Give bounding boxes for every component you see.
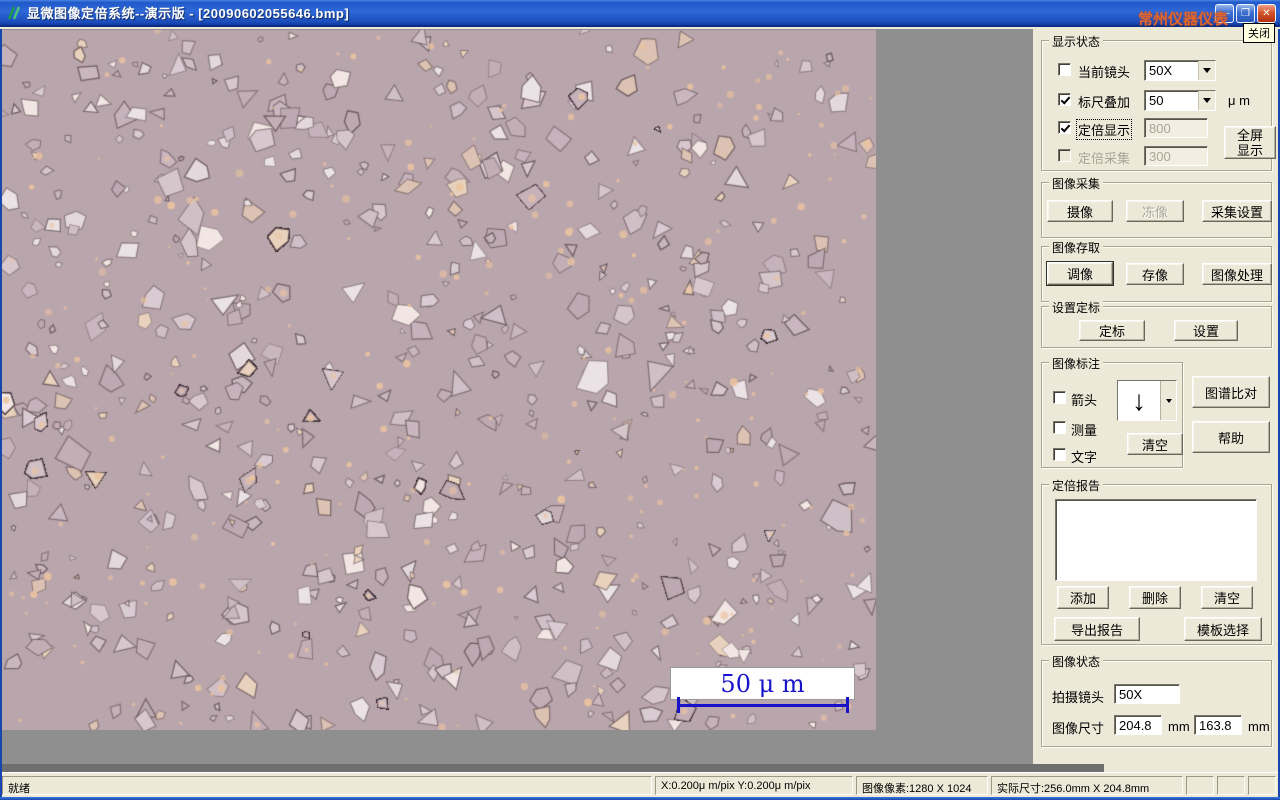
scale-bar-tick-left xyxy=(677,697,680,713)
text-checkbox-label: 文字 xyxy=(1071,450,1098,465)
group-annotation: 图像标注 箭头 测量 文字 ↓ 清空 xyxy=(1041,355,1183,468)
group-report-label: 定倍报告 xyxy=(1049,477,1104,494)
set-calibration-button[interactable]: 设置 xyxy=(1174,320,1238,341)
fullscreen-button[interactable]: 全屏 显示 xyxy=(1224,126,1276,159)
group-display-status-label: 显示状态 xyxy=(1049,33,1104,50)
export-report-button[interactable]: 导出报告 xyxy=(1054,617,1140,641)
group-report: 定倍报告 添加 删除 清空 导出报告 模板选择 xyxy=(1041,477,1272,645)
group-image-capture: 图像采集 摄像 冻像 采集设置 xyxy=(1041,175,1272,238)
shoot-button[interactable]: 摄像 xyxy=(1047,200,1113,222)
status-spare-3 xyxy=(1248,776,1276,795)
group-calibration: 设置定标 定标 设置 xyxy=(1041,299,1272,348)
group-image-capture-label: 图像采集 xyxy=(1049,175,1104,192)
ruler-value: 50 xyxy=(1149,93,1164,108)
restore-button[interactable]: ❐ xyxy=(1236,4,1255,23)
status-actual-size: 实际尺寸:256.0mm X 204.8mm xyxy=(991,776,1183,795)
image-size-label: 图像尺寸 xyxy=(1052,721,1105,736)
report-clear-button[interactable]: 清空 xyxy=(1201,586,1253,609)
arrow-style-combo[interactable]: ↓ xyxy=(1117,380,1177,421)
status-spare-1 xyxy=(1186,776,1214,795)
save-image-button[interactable]: 存像 xyxy=(1126,263,1184,285)
shoot-lens-label: 拍摄镜头 xyxy=(1052,690,1105,705)
group-calibration-label: 设置定标 xyxy=(1049,299,1104,316)
measure-checkbox-label: 测量 xyxy=(1071,423,1098,438)
status-bar: 就绪 X:0.200μ m/pix Y:0.200μ m/pix 图像像素:12… xyxy=(0,772,1280,797)
report-listbox[interactable] xyxy=(1055,499,1257,581)
text-checkbox[interactable] xyxy=(1053,448,1066,461)
image-width-unit: mm xyxy=(1168,719,1190,734)
status-image-pixels: 图像像素:1280 X 1024 xyxy=(856,776,988,795)
arrow-checkbox[interactable] xyxy=(1053,391,1066,404)
ruler-value-combo[interactable]: 50 xyxy=(1144,90,1216,111)
window-left-edge xyxy=(0,29,2,797)
control-panel: 显示状态 当前镜头 50X 标尺叠加 50 μ m 定倍显示 800 定倍采集 … xyxy=(1033,29,1280,764)
current-lens-checkbox[interactable] xyxy=(1058,63,1071,76)
current-lens-label: 当前镜头 xyxy=(1078,65,1131,80)
client-bottom-strip xyxy=(0,764,1104,772)
close-button[interactable]: ✕ xyxy=(1257,4,1276,23)
chevron-down-icon[interactable] xyxy=(1198,91,1215,110)
group-display-status: 显示状态 当前镜头 50X 标尺叠加 50 μ m 定倍显示 800 定倍采集 … xyxy=(1041,33,1276,171)
fullscreen-button-line2: 显示 xyxy=(1236,142,1263,158)
group-image-status-label: 图像状态 xyxy=(1049,653,1104,670)
minimize-button[interactable]: — xyxy=(1215,4,1234,23)
freeze-button: 冻像 xyxy=(1126,200,1184,222)
image-process-button[interactable]: 图像处理 xyxy=(1202,263,1272,285)
group-image-storage: 图像存取 调像 存像 图像处理 xyxy=(1041,239,1272,302)
image-height-value[interactable]: 163.8 xyxy=(1194,715,1242,735)
status-ready: 就绪 xyxy=(2,776,652,795)
image-width-value[interactable]: 204.8 xyxy=(1114,715,1162,735)
fixed-display-input: 800 xyxy=(1144,118,1208,138)
load-image-button[interactable]: 调像 xyxy=(1046,261,1114,286)
status-spare-2 xyxy=(1217,776,1245,795)
report-delete-button[interactable]: 删除 xyxy=(1129,586,1181,609)
ruler-unit-label: μ m xyxy=(1228,93,1250,108)
fullscreen-button-line1: 全屏 xyxy=(1236,127,1263,143)
micrograph-viewer[interactable]: 50 μ m xyxy=(2,30,876,730)
chevron-down-icon[interactable] xyxy=(1160,381,1176,420)
report-add-button[interactable]: 添加 xyxy=(1057,586,1109,609)
annotation-clear-button[interactable]: 清空 xyxy=(1127,433,1183,455)
scale-bar-label: 50 μ m xyxy=(670,667,855,700)
group-image-status: 图像状态 拍摄镜头 50X 图像尺寸 204.8 mm 163.8 mm xyxy=(1041,653,1272,747)
window-title: 显微图像定倍系统--演示版 - [20090602055646.bmp] xyxy=(27,6,350,21)
fixed-capture-label: 定倍采集 xyxy=(1078,151,1131,166)
micrograph-image[interactable] xyxy=(2,30,876,730)
scale-bar-line xyxy=(677,704,849,707)
fixed-display-checkbox[interactable] xyxy=(1058,121,1071,134)
atlas-compare-button[interactable]: 图谱比对 xyxy=(1192,376,1270,408)
image-height-unit: mm xyxy=(1248,719,1270,734)
chevron-down-icon[interactable] xyxy=(1198,61,1215,80)
arrow-checkbox-label: 箭头 xyxy=(1071,393,1098,408)
help-button[interactable]: 帮助 xyxy=(1192,421,1270,453)
status-pixel-scale: X:0.200μ m/pix Y:0.200μ m/pix xyxy=(655,776,853,795)
client-area: 50 μ m xyxy=(0,29,1104,772)
ruler-overlay-label: 标尺叠加 xyxy=(1078,95,1131,110)
app-icon xyxy=(7,6,21,19)
current-lens-value: 50X xyxy=(1149,63,1173,78)
ruler-overlay-checkbox[interactable] xyxy=(1058,93,1071,106)
group-annotation-label: 图像标注 xyxy=(1049,355,1104,372)
title-bar: 显微图像定倍系统--演示版 - [20090602055646.bmp] — ❐… xyxy=(0,0,1280,27)
fixed-display-label: 定倍显示 xyxy=(1075,119,1133,140)
fixed-capture-checkbox xyxy=(1058,149,1071,162)
group-image-storage-label: 图像存取 xyxy=(1049,239,1104,256)
fixed-capture-input: 300 xyxy=(1144,146,1208,166)
shoot-lens-value[interactable]: 50X xyxy=(1114,684,1180,704)
calibrate-button[interactable]: 定标 xyxy=(1079,320,1145,341)
scale-bar-tick-right xyxy=(846,697,849,713)
current-lens-combo[interactable]: 50X xyxy=(1144,60,1216,81)
arrow-style-preview-icon: ↓ xyxy=(1118,381,1160,420)
close-tooltip: 关闭 xyxy=(1243,23,1275,43)
template-select-button[interactable]: 模板选择 xyxy=(1184,617,1262,641)
capture-settings-button[interactable]: 采集设置 xyxy=(1202,200,1272,222)
measure-checkbox[interactable] xyxy=(1053,421,1066,434)
